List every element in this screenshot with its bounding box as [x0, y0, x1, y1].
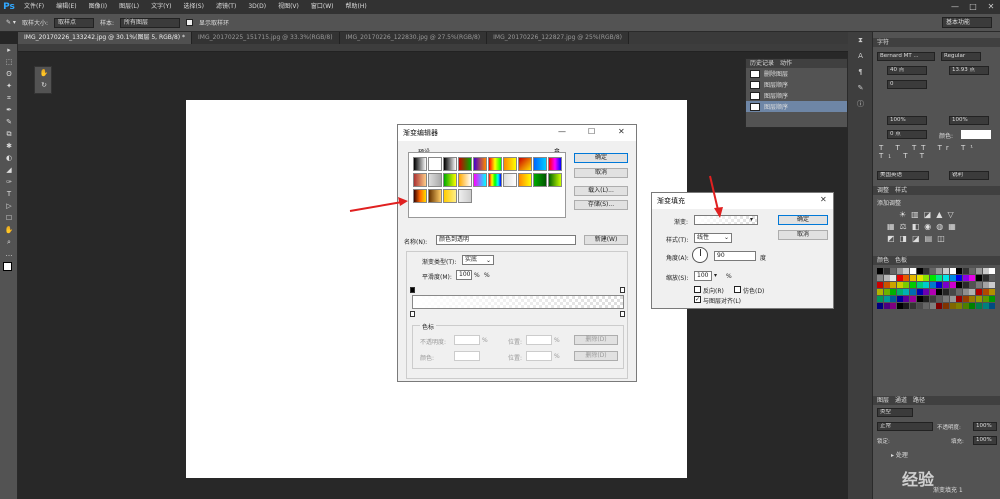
watermark: 经验: [902, 470, 935, 489]
annotation-arrowhead-left: [398, 197, 408, 206]
annotation-arrow-right: [709, 175, 719, 211]
annotation-arrow-left: [349, 201, 403, 212]
annotation-arrowhead-right: [714, 207, 723, 218]
annotation-arrows: [349, 175, 723, 218]
